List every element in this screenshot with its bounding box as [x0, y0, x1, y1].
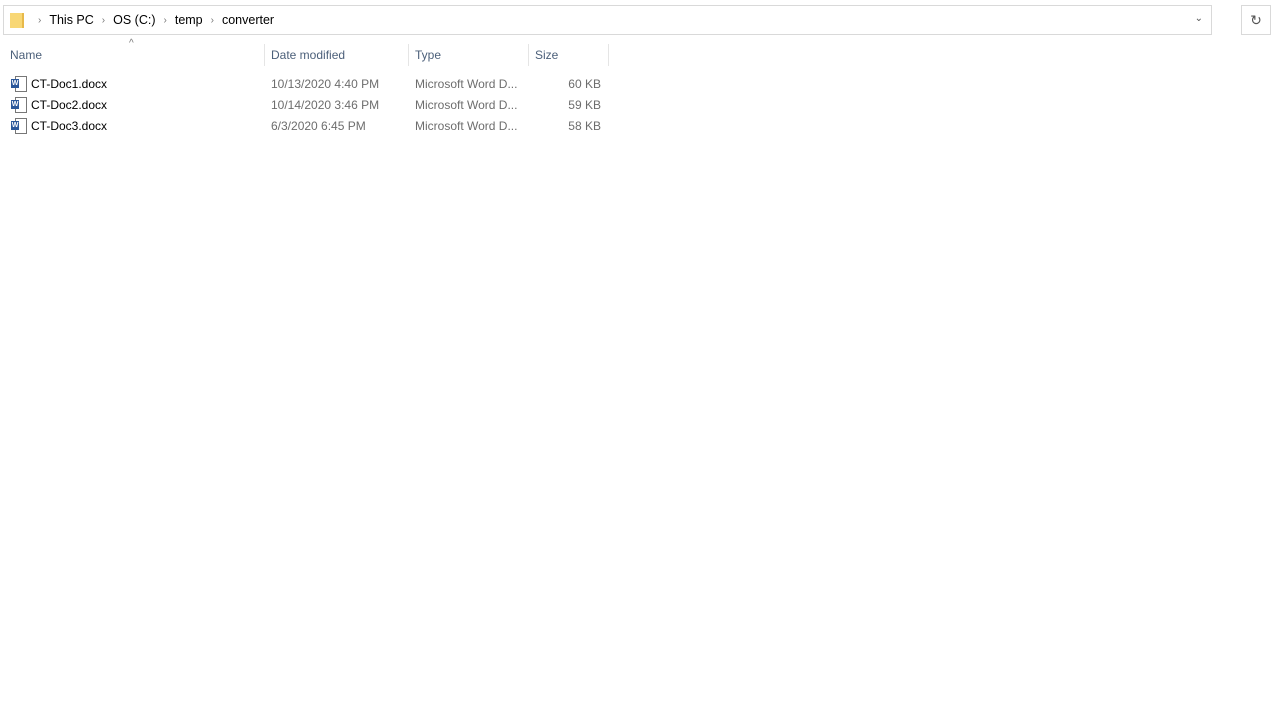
- word-doc-icon: W: [11, 97, 27, 113]
- file-date: 10/14/2020 3:46 PM: [271, 98, 380, 112]
- column-header-date[interactable]: Date modified: [271, 44, 345, 66]
- chevron-right-icon[interactable]: ›: [102, 15, 105, 26]
- column-header-type[interactable]: Type: [415, 44, 441, 66]
- breadcrumb-temp[interactable]: temp: [175, 13, 203, 27]
- refresh-button[interactable]: ↻: [1241, 5, 1271, 35]
- file-name[interactable]: CT-Doc1.docx: [31, 77, 107, 91]
- word-doc-icon: W: [11, 76, 27, 92]
- column-divider[interactable]: [528, 44, 529, 66]
- sort-ascending-icon: ^: [129, 38, 134, 49]
- file-size: 58 KB: [568, 119, 601, 133]
- breadcrumb-this-pc[interactable]: This PC: [49, 13, 93, 27]
- file-row[interactable]: W CT-Doc3.docx 6/3/2020 6:45 PM Microsof…: [0, 115, 620, 136]
- file-size: 59 KB: [568, 98, 601, 112]
- breadcrumb-converter[interactable]: converter: [222, 13, 274, 27]
- folder-icon: [10, 12, 24, 28]
- file-date: 10/13/2020 4:40 PM: [271, 77, 380, 91]
- file-type: Microsoft Word D...: [415, 77, 518, 91]
- column-header-name[interactable]: Name: [10, 44, 42, 66]
- file-type: Microsoft Word D...: [415, 98, 518, 112]
- file-row[interactable]: W CT-Doc2.docx 10/14/2020 3:46 PM Micros…: [0, 94, 620, 115]
- chevron-right-icon[interactable]: ›: [164, 15, 167, 26]
- file-type: Microsoft Word D...: [415, 119, 518, 133]
- address-bar[interactable]: › This PC › OS (C:) › temp › converter ⌄: [3, 5, 1212, 35]
- column-header-size[interactable]: Size: [535, 44, 558, 66]
- chevron-right-icon[interactable]: ›: [38, 15, 41, 26]
- file-name[interactable]: CT-Doc2.docx: [31, 98, 107, 112]
- file-row[interactable]: W CT-Doc1.docx 10/13/2020 4:40 PM Micros…: [0, 73, 620, 94]
- file-date: 6/3/2020 6:45 PM: [271, 119, 366, 133]
- file-name[interactable]: CT-Doc3.docx: [31, 119, 107, 133]
- breadcrumb-os-c[interactable]: OS (C:): [113, 13, 155, 27]
- refresh-icon: ↻: [1250, 11, 1262, 28]
- column-divider[interactable]: [608, 44, 609, 66]
- column-divider[interactable]: [408, 44, 409, 66]
- chevron-right-icon[interactable]: ›: [211, 15, 214, 26]
- file-size: 60 KB: [568, 77, 601, 91]
- chevron-down-icon[interactable]: ⌄: [1195, 13, 1203, 24]
- word-doc-icon: W: [11, 118, 27, 134]
- column-divider[interactable]: [264, 44, 265, 66]
